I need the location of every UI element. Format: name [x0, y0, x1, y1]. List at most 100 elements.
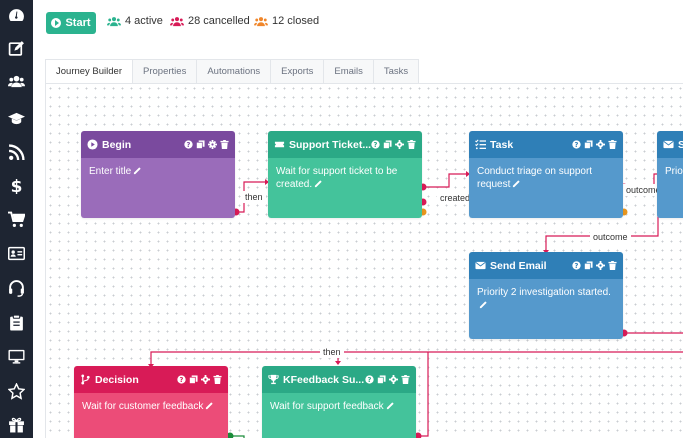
users-icon	[170, 16, 184, 26]
tab-properties[interactable]: Properties	[133, 59, 198, 84]
pencil-icon[interactable]	[386, 401, 395, 410]
users-icon	[254, 16, 268, 26]
node-begin-body: Enter title	[89, 166, 132, 177]
start-button-label: Start	[65, 17, 91, 29]
svg-text:$: $	[11, 177, 23, 194]
edge-label-then: then	[242, 191, 266, 203]
svg-text:?: ?	[575, 262, 579, 270]
node-send-email-right[interactable]: S Priori	[657, 131, 683, 218]
gear-icon[interactable]	[208, 140, 217, 149]
dashboard-icon[interactable]	[0, 3, 33, 27]
envelope-icon	[475, 261, 486, 270]
active-count-label: 4 active	[125, 15, 163, 27]
closed-count: 12 closed	[254, 15, 319, 27]
rss-icon[interactable]	[0, 140, 33, 164]
branch-icon	[81, 374, 90, 385]
node-begin-title: Begin	[102, 138, 132, 151]
active-count: 4 active	[107, 15, 163, 27]
copy-icon[interactable]	[584, 140, 593, 149]
node-decision-body: Wait for customer feedback	[82, 401, 204, 412]
dollar-icon[interactable]: $	[0, 173, 33, 197]
gear-icon[interactable]	[201, 375, 210, 384]
node-begin[interactable]: Begin ? Enter title	[81, 131, 235, 218]
copy-icon[interactable]	[196, 140, 205, 149]
node-support-ticket-title: Support Ticket...	[289, 138, 371, 151]
tasks-icon	[475, 139, 486, 150]
node-task[interactable]: Task ? Conduct triage on support request	[469, 131, 623, 218]
play-circle-icon	[87, 139, 98, 150]
cancelled-count: 28 cancelled	[170, 15, 250, 27]
gear-icon[interactable]	[596, 140, 605, 149]
node-feedback-title: KFeedback Su...	[283, 373, 365, 386]
help-icon[interactable]: ?	[572, 261, 581, 270]
node-send-email-title: Send Email	[490, 259, 547, 272]
trash-icon[interactable]	[608, 140, 617, 149]
node-task-title: Task	[490, 138, 514, 151]
node-send-email-right-body: Priori	[665, 166, 683, 177]
node-send-email-body: Priority 2 investigation started.	[477, 287, 611, 298]
gear-icon[interactable]	[596, 261, 605, 270]
desktop-icon[interactable]	[0, 344, 33, 368]
closed-count-label: 12 closed	[272, 15, 320, 27]
tab-tasks[interactable]: Tasks	[373, 59, 420, 84]
svg-text:?: ?	[575, 141, 579, 149]
help-icon[interactable]: ?	[371, 140, 380, 149]
trash-icon[interactable]	[213, 375, 222, 384]
copy-icon[interactable]	[383, 140, 392, 149]
pencil-icon[interactable]	[205, 401, 214, 410]
copy-icon[interactable]	[377, 375, 386, 384]
node-task-body: Conduct triage on support request	[477, 166, 593, 190]
trophy-icon	[268, 374, 279, 385]
node-support-ticket-body: Wait for support ticket to be created.	[276, 166, 398, 190]
tab-emails[interactable]: Emails	[324, 59, 374, 84]
tab-exports[interactable]: Exports	[271, 59, 325, 84]
play-icon	[51, 18, 62, 28]
wire-to-feedback	[418, 352, 429, 437]
trash-icon[interactable]	[220, 140, 229, 149]
help-icon[interactable]: ?	[572, 140, 581, 149]
cancelled-count-label: 28 cancelled	[188, 15, 250, 27]
trash-icon[interactable]	[401, 375, 410, 384]
pencil-icon[interactable]	[314, 179, 323, 188]
journey-canvas[interactable]: then created outcome outcome then Begin …	[45, 83, 683, 438]
gear-icon[interactable]	[395, 140, 404, 149]
cart-icon[interactable]	[0, 207, 33, 231]
help-icon[interactable]: ?	[184, 140, 193, 149]
gear-icon[interactable]	[389, 375, 398, 384]
edge-label-created: created	[437, 192, 474, 204]
pencil-icon[interactable]	[512, 179, 521, 188]
copy-icon[interactable]	[584, 261, 593, 270]
wire-to-decision	[150, 351, 683, 364]
star-icon[interactable]	[0, 379, 33, 403]
trash-icon[interactable]	[407, 140, 416, 149]
edge-label-then: then	[320, 346, 344, 358]
clipboard-icon[interactable]	[0, 310, 33, 334]
pencil-icon[interactable]	[133, 166, 142, 175]
help-icon[interactable]: ?	[177, 375, 186, 384]
envelope-icon	[663, 140, 674, 149]
users-icon[interactable]	[0, 69, 33, 93]
gift-icon[interactable]	[0, 412, 33, 436]
headset-icon[interactable]	[0, 276, 33, 300]
help-icon[interactable]: ?	[365, 375, 374, 384]
edge-label-outcome: outcome	[590, 231, 631, 243]
graduation-cap-icon[interactable]	[0, 106, 33, 130]
ticket-icon	[274, 141, 285, 148]
node-send-email[interactable]: Send Email ? Priority 2 investigation st…	[469, 252, 623, 339]
node-support-ticket[interactable]: Support Ticket... ? Wait for support tic…	[268, 131, 422, 218]
trash-icon[interactable]	[608, 261, 617, 270]
edit-icon[interactable]	[0, 36, 33, 60]
svg-text:?: ?	[187, 141, 191, 149]
start-button[interactable]: Start	[46, 12, 96, 34]
tab-journey-builder[interactable]: Journey Builder	[45, 59, 134, 84]
node-decision[interactable]: Decision ? Wait for customer feedback	[74, 366, 228, 438]
node-decision-title: Decision	[95, 373, 139, 386]
svg-text:?: ?	[368, 376, 372, 384]
node-feedback[interactable]: KFeedback Su... ? Wait for support feedb…	[262, 366, 416, 438]
pencil-icon[interactable]	[479, 300, 488, 309]
tab-automations[interactable]: Automations	[197, 59, 272, 84]
copy-icon[interactable]	[189, 375, 198, 384]
id-card-icon[interactable]	[0, 241, 33, 265]
users-icon	[107, 16, 121, 26]
sidebar: $	[0, 0, 33, 438]
